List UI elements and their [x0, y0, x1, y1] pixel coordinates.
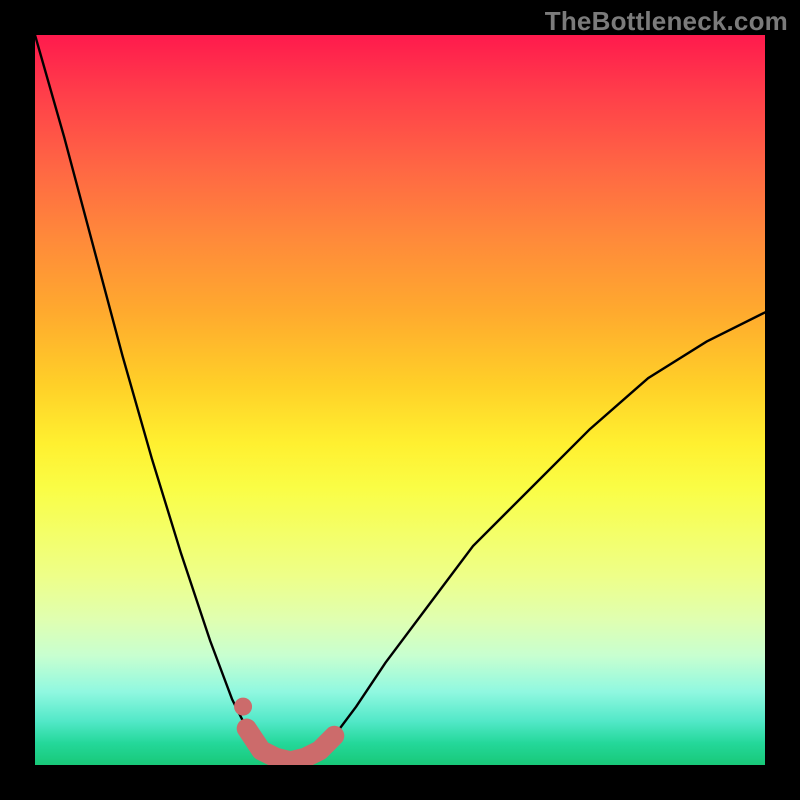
curve-svg: [35, 35, 765, 765]
optimal-zone-marker: [247, 729, 335, 762]
bottleneck-curve: [35, 35, 765, 761]
chart-frame: TheBottleneck.com: [0, 0, 800, 800]
marker-dot-icon: [234, 698, 252, 716]
plot-area: [35, 35, 765, 765]
watermark-text: TheBottleneck.com: [545, 6, 788, 37]
